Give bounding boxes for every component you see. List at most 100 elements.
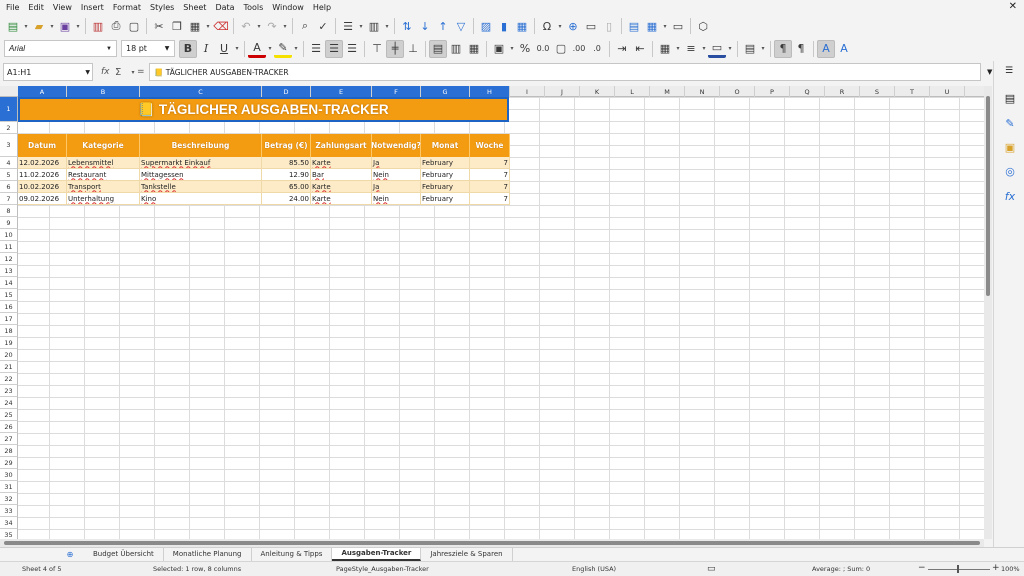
add-sheet-icon[interactable]: ⊕ (64, 548, 76, 560)
chevron-down-icon[interactable]: ▼ (85, 69, 90, 76)
redo-dropdown-icon[interactable]: ▾ (281, 17, 289, 35)
hamburger-menu-icon[interactable]: ☰ (1005, 66, 1013, 76)
column-title-6[interactable]: Notwendig? (371, 134, 421, 157)
number-format-icon[interactable]: 0.0 (534, 40, 552, 58)
tab-ausgaben-tracker[interactable]: Ausgaben-Tracker (332, 547, 422, 561)
row-header-25[interactable]: 25 (0, 409, 18, 421)
cell-notwendig[interactable]: Ja (372, 157, 421, 169)
cell-monat[interactable]: February (421, 181, 470, 193)
column-header-o[interactable]: O (720, 86, 755, 97)
paste-icon[interactable]: ▦ (186, 17, 204, 35)
column-header-m[interactable]: M (650, 86, 685, 97)
border-color-icon[interactable]: ▭ (708, 40, 726, 58)
font-size-combo[interactable]: 18 pt ▼ (121, 40, 175, 57)
row-header-5[interactable]: 5 (0, 169, 18, 181)
row-header-35[interactable]: 35 (0, 529, 18, 539)
menu-format[interactable]: Format (113, 3, 141, 12)
cell-beschreibung[interactable]: Mittagessen (140, 169, 262, 181)
column-title-2[interactable]: Kategorie (67, 134, 140, 157)
row-header-6[interactable]: 6 (0, 181, 18, 193)
column-header-n[interactable]: N (685, 86, 720, 97)
align-middle-icon[interactable]: ╪ (386, 39, 404, 58)
row-header-11[interactable]: 11 (0, 241, 18, 253)
menu-help[interactable]: Help (313, 3, 331, 12)
row-header-2[interactable]: 2 (0, 122, 18, 134)
properties-icon[interactable]: ▤ (1001, 89, 1019, 107)
column-dropdown-icon[interactable]: ▾ (383, 17, 391, 35)
row-header-21[interactable]: 21 (0, 361, 18, 373)
zoom-in-icon[interactable]: + (992, 563, 1000, 573)
vertical-scrollbar[interactable] (984, 86, 992, 539)
menu-file[interactable]: File (6, 3, 19, 12)
cell-beschreibung[interactable]: Supermarkt Einkauf (140, 157, 262, 169)
clone-formatting-icon[interactable]: ⌫ (212, 17, 230, 35)
row-header-3[interactable]: 3 (0, 134, 18, 157)
column-title-8[interactable]: Woche (470, 134, 510, 157)
row-header-9[interactable]: 9 (0, 217, 18, 229)
text-vertical-icon[interactable]: A (835, 40, 853, 58)
cell-beschreibung[interactable]: Tankstelle (140, 181, 262, 193)
column-header-e[interactable]: E (311, 86, 372, 97)
row-header-29[interactable]: 29 (0, 457, 18, 469)
underline-icon[interactable]: U (215, 40, 233, 58)
border-style-dropdown-icon[interactable]: ▾ (700, 40, 708, 58)
print-icon[interactable]: ⎙ (107, 17, 125, 35)
wrap-text-icon[interactable]: ▤ (429, 39, 447, 58)
tab-jahresziele-sparen[interactable]: Jahresziele & Sparen (421, 547, 513, 561)
chevron-down-icon[interactable]: ▼ (160, 41, 174, 56)
close-document-icon[interactable]: ✕ (1009, 1, 1017, 12)
cell-zahlungsart[interactable]: Karte (311, 181, 372, 193)
special-character-icon[interactable]: Ω (538, 17, 556, 35)
cell-betrag[interactable]: 24.00 (262, 193, 311, 205)
align-right-icon[interactable]: ☰ (343, 40, 361, 58)
cell-notwendig[interactable]: Ja (372, 181, 421, 193)
borders-dropdown-icon[interactable]: ▾ (674, 40, 682, 58)
copy-icon[interactable]: ❐ (168, 17, 186, 35)
zoom-level[interactable]: 100% (1001, 565, 1020, 573)
find-replace-icon[interactable]: ⌕ (296, 17, 314, 35)
column-header-k[interactable]: K (580, 86, 615, 97)
row-header-24[interactable]: 24 (0, 397, 18, 409)
column-header-p[interactable]: P (755, 86, 790, 97)
text-horizontal-icon[interactable]: A (817, 39, 835, 58)
cell-kategorie[interactable]: Transport (67, 181, 140, 193)
cell-betrag[interactable]: 12.90 (262, 169, 311, 181)
formula-input[interactable]: 📒 TÄGLICHER AUSGABEN-TRACKER (149, 63, 981, 81)
percent-format-icon[interactable]: % (516, 40, 534, 58)
row-header-31[interactable]: 31 (0, 481, 18, 493)
row-header-16[interactable]: 16 (0, 301, 18, 313)
row-icon[interactable]: ☰ (339, 17, 357, 35)
row-header-17[interactable]: 17 (0, 313, 18, 325)
cell-notwendig[interactable]: Nein (372, 193, 421, 205)
column-header-g[interactable]: G (421, 86, 470, 97)
row-header-28[interactable]: 28 (0, 445, 18, 457)
show-draw-functions-icon[interactable]: ⬡ (694, 17, 712, 35)
tab-monatliche-planung[interactable]: Monatliche Planung (164, 547, 252, 561)
tab-anleitung-tipps[interactable]: Anleitung & Tipps (252, 547, 333, 561)
column-header-b[interactable]: B (67, 86, 140, 97)
row-header-15[interactable]: 15 (0, 289, 18, 301)
row-header-8[interactable]: 8 (0, 205, 18, 217)
comment-icon[interactable]: ▭ (582, 17, 600, 35)
undo-icon[interactable]: ↶ (237, 17, 255, 35)
row-header-19[interactable]: 19 (0, 337, 18, 349)
headers-footers-icon[interactable]: ▯ (600, 17, 618, 35)
row-header-7[interactable]: 7 (0, 193, 18, 205)
currency-format-icon[interactable]: ▣ (490, 40, 508, 58)
add-decimal-icon[interactable]: .00 (570, 40, 588, 58)
cell-datum[interactable]: 09.02.2026 (18, 193, 67, 205)
column-header-t[interactable]: T (895, 86, 930, 97)
chevron-down-icon[interactable]: ▼ (102, 41, 116, 56)
row-header-14[interactable]: 14 (0, 277, 18, 289)
cell-woche[interactable]: 7 (470, 169, 510, 181)
cell-woche[interactable]: 7 (470, 157, 510, 169)
new-document-icon[interactable]: ▤ (4, 17, 22, 35)
menu-edit[interactable]: Edit (28, 3, 44, 12)
row-header-20[interactable]: 20 (0, 349, 18, 361)
menu-styles[interactable]: Styles (150, 3, 174, 12)
name-box[interactable]: A1:H1 ▼ (3, 63, 93, 81)
expand-formula-bar-icon[interactable]: ▼ (987, 68, 992, 76)
insert-image-icon[interactable]: ▨ (477, 17, 495, 35)
menu-data[interactable]: Data (215, 3, 234, 12)
define-print-area-icon[interactable]: ▤ (625, 17, 643, 35)
